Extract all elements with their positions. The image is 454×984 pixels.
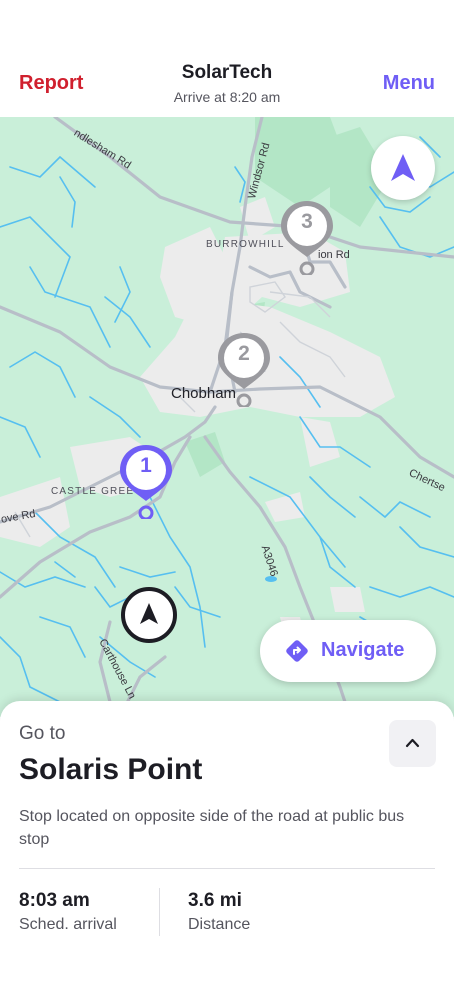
turn-right-diamond-icon [286, 640, 308, 662]
stop-number: 1 [140, 454, 152, 477]
stop-note: Stop located on opposite side of the roa… [19, 808, 405, 848]
menu-button[interactable]: Menu [383, 72, 435, 95]
chevron-up-icon [405, 738, 420, 748]
arrival-label: Sched. arrival [19, 916, 117, 933]
stop-number: 2 [238, 342, 250, 365]
arrival-value: 8:03 am [19, 890, 90, 911]
current-location-marker [121, 587, 177, 643]
distance-label: Distance [188, 916, 251, 933]
stop-pin-2[interactable]: 2 [216, 331, 272, 409]
screen: Report SolarTech Arrive at 8:20 am Menu [0, 0, 454, 984]
navigate-button[interactable]: Navigate [260, 620, 436, 682]
collapse-button[interactable] [389, 720, 436, 767]
recenter-button[interactable] [371, 136, 435, 200]
stop-pin-3[interactable]: 3 [279, 199, 335, 277]
stop-number: 3 [301, 210, 313, 233]
stop-pin-1[interactable]: 1 [118, 443, 174, 521]
navigate-label: Navigate [321, 639, 405, 661]
destination-name: Solaris Point [19, 753, 203, 786]
stat-divider [159, 888, 160, 936]
goto-label: Go to [19, 723, 66, 744]
top-bar: Report SolarTech Arrive at 8:20 am Menu [0, 0, 454, 117]
location-arrow-icon [140, 603, 158, 624]
navigation-arrow-icon [391, 154, 415, 181]
area-label-burrowhill: BURROWHILL [206, 239, 285, 250]
distance-value: 3.6 mi [188, 890, 242, 911]
stop-details-sheet: Go to Solaris Point Stop located on oppo… [0, 701, 454, 984]
divider [19, 868, 435, 869]
